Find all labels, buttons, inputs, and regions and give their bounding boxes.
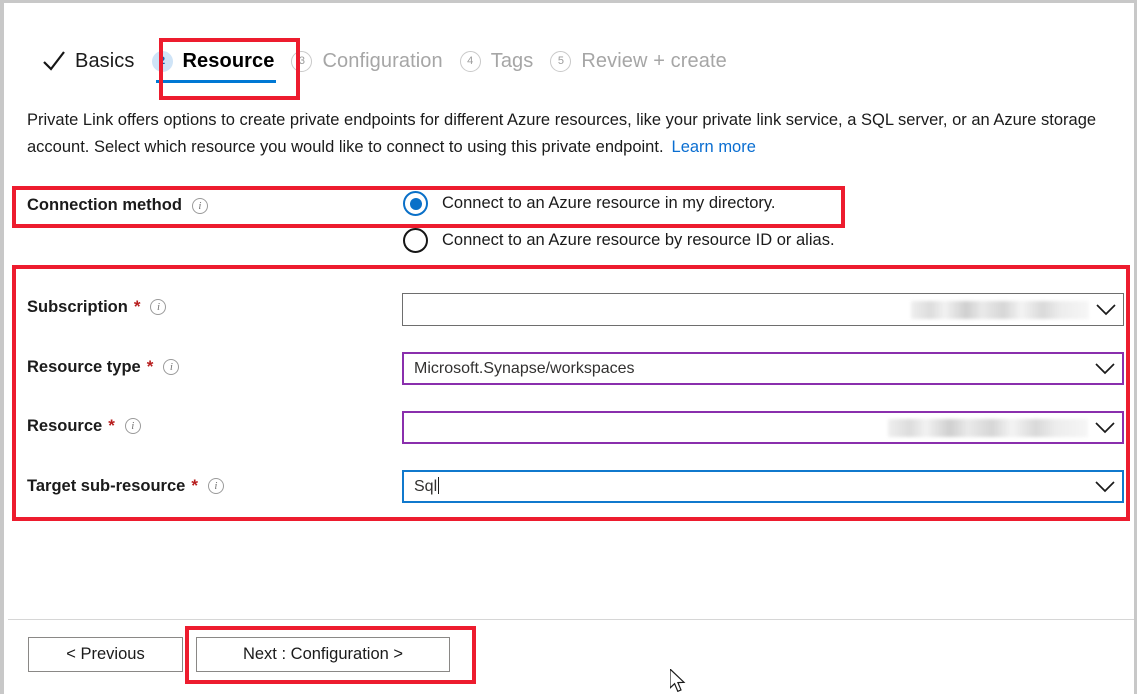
- info-icon[interactable]: i: [125, 418, 141, 434]
- chevron-down-icon[interactable]: [1089, 304, 1123, 316]
- description-line-1: Private Link offers options to create pr…: [27, 111, 947, 129]
- resource-dropdown[interactable]: [402, 411, 1124, 444]
- tab-basics[interactable]: Basics: [38, 41, 148, 81]
- required-asterisk: *: [191, 476, 198, 496]
- chevron-down-icon[interactable]: [1088, 481, 1122, 493]
- connection-method-option-directory[interactable]: Connect to an Azure resource in my direc…: [403, 191, 776, 216]
- tab-configuration-number: 3: [291, 51, 312, 72]
- tab-resource-number: 2: [152, 51, 173, 72]
- subscription-label-text: Subscription: [27, 298, 128, 317]
- tab-tags-label: Tags: [491, 50, 534, 73]
- target-sub-resource-label-text: Target sub-resource: [27, 477, 185, 496]
- resource-label-text: Resource: [27, 417, 102, 436]
- tab-resource[interactable]: 2 Resource: [148, 41, 288, 81]
- previous-button[interactable]: < Previous: [28, 637, 183, 672]
- resource-type-label-text: Resource type: [27, 358, 141, 377]
- tab-tags-number: 4: [460, 51, 481, 72]
- tab-review-create-label: Review + create: [581, 50, 726, 73]
- chevron-down-icon[interactable]: [1088, 422, 1122, 434]
- radio-button-selected[interactable]: [403, 191, 428, 216]
- tab-review-create-number: 5: [550, 51, 571, 72]
- active-tab-underline: [156, 80, 277, 83]
- page-description: Private Link offers options to create pr…: [27, 107, 1112, 161]
- resource-label: Resource * i: [27, 416, 141, 436]
- next-configuration-button[interactable]: Next : Configuration >: [196, 637, 450, 672]
- tab-configuration-label: Configuration: [322, 50, 442, 73]
- connection-method-option-resource-id[interactable]: Connect to an Azure resource by resource…: [403, 228, 835, 253]
- target-sub-resource-dropdown[interactable]: Sql: [402, 470, 1124, 503]
- mouse-cursor: [670, 669, 688, 694]
- target-sub-resource-label: Target sub-resource * i: [27, 476, 224, 496]
- connection-method-option-resource-id-label: Connect to an Azure resource by resource…: [442, 231, 835, 250]
- connection-method-label: Connection method i: [27, 196, 208, 215]
- private-endpoint-wizard-resource-page: Basics 2 Resource 3 Configuration 4 Tags…: [0, 0, 1137, 694]
- redacted-resource-value: [888, 419, 1088, 437]
- tab-resource-label: Resource: [183, 50, 275, 73]
- check-icon: [42, 50, 66, 72]
- resource-type-value: Microsoft.Synapse/workspaces: [404, 360, 1088, 378]
- info-icon[interactable]: i: [192, 198, 208, 214]
- tab-basics-label: Basics: [75, 50, 135, 73]
- resource-type-label: Resource type * i: [27, 357, 179, 377]
- info-icon[interactable]: i: [208, 478, 224, 494]
- required-asterisk: *: [108, 416, 115, 436]
- radio-button-unselected[interactable]: [403, 228, 428, 253]
- subscription-label: Subscription * i: [27, 297, 166, 317]
- tab-review-create[interactable]: 5 Review + create: [546, 41, 739, 81]
- subscription-dropdown[interactable]: [402, 293, 1124, 326]
- info-icon[interactable]: i: [163, 359, 179, 375]
- resource-type-dropdown[interactable]: Microsoft.Synapse/workspaces: [402, 352, 1124, 385]
- required-asterisk: *: [134, 297, 141, 317]
- redacted-subscription-value: [911, 301, 1089, 319]
- info-icon[interactable]: i: [150, 299, 166, 315]
- footer-divider: [8, 619, 1134, 620]
- learn-more-link[interactable]: Learn more: [672, 138, 756, 156]
- connection-method-label-text: Connection method: [27, 196, 182, 215]
- chevron-down-icon[interactable]: [1088, 363, 1122, 375]
- connection-method-option-directory-label: Connect to an Azure resource in my direc…: [442, 194, 776, 213]
- wizard-tab-strip: Basics 2 Resource 3 Configuration 4 Tags…: [38, 41, 740, 81]
- tab-configuration[interactable]: 3 Configuration: [287, 41, 455, 81]
- target-sub-resource-value: Sql: [404, 477, 1088, 496]
- tab-tags[interactable]: 4 Tags: [456, 41, 547, 81]
- required-asterisk: *: [147, 357, 154, 377]
